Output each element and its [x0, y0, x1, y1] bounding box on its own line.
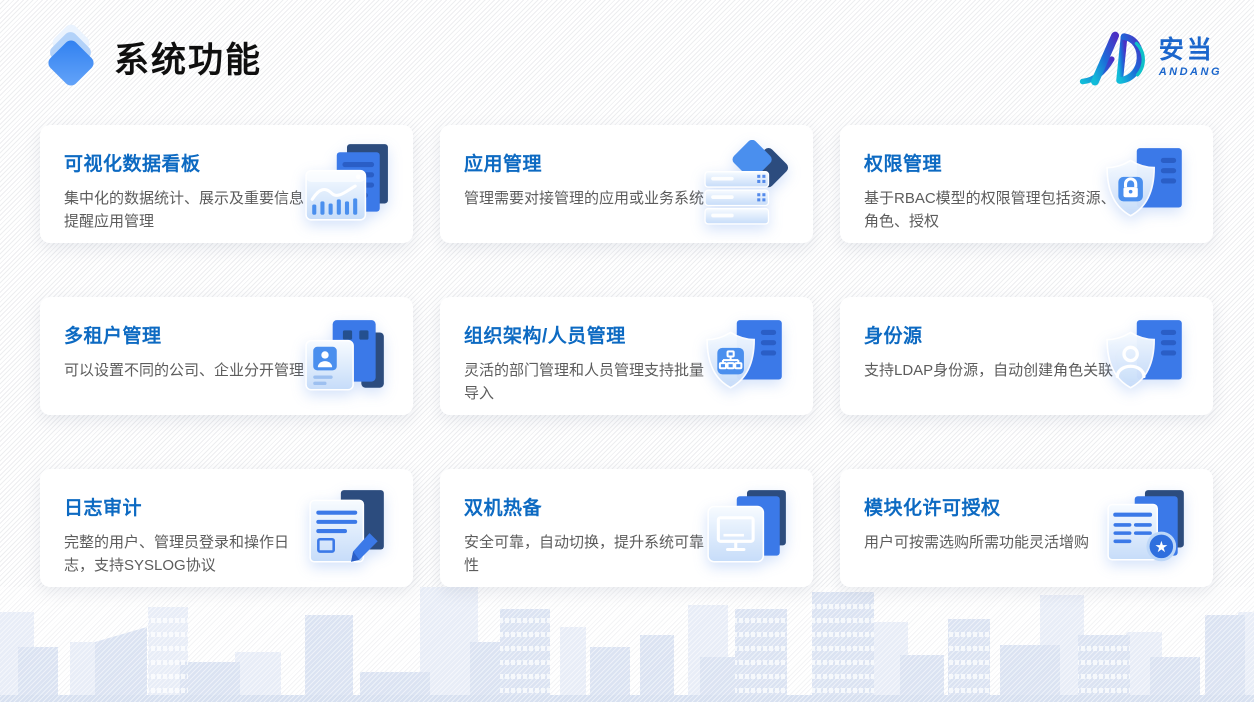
- card-description: 支持LDAP身份源，自动创建角色关联: [864, 359, 1116, 382]
- identity-shield-icon: [1099, 312, 1195, 400]
- card-description: 安全可靠，自动切换，提升系统可靠性: [464, 531, 716, 578]
- feature-card-log: 日志审计 完整的用户、管理员登录和操作日志，支持SYSLOG协议: [40, 469, 413, 587]
- logo-text-cn: 安当: [1159, 38, 1222, 63]
- svg-text:★: ★: [1154, 538, 1168, 556]
- feature-card-org: 组织架构/人员管理 灵活的部门管理和人员管理支持批量导入: [440, 297, 813, 415]
- card-description: 基于RBAC模型的权限管理包括资源、角色、授权: [864, 187, 1116, 234]
- logo-text-en: ANDANG: [1159, 67, 1222, 78]
- card-description: 管理需要对接管理的应用或业务系统: [464, 187, 716, 210]
- card-description: 灵活的部门管理和人员管理支持批量导入: [464, 359, 716, 406]
- log-audit-pen-icon: [299, 484, 395, 572]
- card-description: 用户可按需选购所需功能灵活增购: [864, 531, 1116, 554]
- app-stack-icon: [699, 140, 795, 228]
- page-title: 系统功能: [114, 32, 262, 83]
- card-description: 集中化的数据统计、展示及重要信息提醒应用管理: [64, 187, 316, 234]
- andang-logo: 安当 ANDANG: [1077, 30, 1222, 86]
- feature-card-app: 应用管理 管理需要对接管理的应用或业务系统: [440, 125, 813, 243]
- feature-grid: 可视化数据看板 集中化的数据统计、展示及重要信息提醒应用管理: [40, 125, 1213, 587]
- license-star-icon: ★: [1099, 484, 1195, 572]
- layers-icon: [44, 28, 98, 86]
- slide-page: 系统功能 安当 ANDANG 可视化数据看板 集中化的数据统计、展示及重要信息提…: [0, 0, 1254, 702]
- feature-card-dashboard: 可视化数据看板 集中化的数据统计、展示及重要信息提醒应用管理: [40, 125, 413, 243]
- city-skyline-graphic: [0, 587, 1254, 702]
- feature-card-tenant: 多租户管理 可以设置不同的公司、企业分开管理: [40, 297, 413, 415]
- dashboard-chart-icon: [299, 140, 395, 228]
- org-tree-shield-icon: [699, 312, 795, 400]
- feature-card-standby: 双机热备 安全可靠，自动切换，提升系统可靠性: [440, 469, 813, 587]
- feature-card-license: 模块化许可授权 用户可按需选购所需功能灵活增购 ★: [840, 469, 1213, 587]
- card-description: 完整的用户、管理员登录和操作日志，支持SYSLOG协议: [64, 531, 316, 578]
- logo-mark-icon: [1077, 30, 1151, 86]
- card-description: 可以设置不同的公司、企业分开管理: [64, 359, 316, 382]
- feature-card-permission: 权限管理 基于RBAC模型的权限管理包括资源、角色、授权: [840, 125, 1213, 243]
- feature-card-identity: 身份源 支持LDAP身份源，自动创建角色关联: [840, 297, 1213, 415]
- tenant-building-icon: [299, 312, 395, 400]
- header: 系统功能: [44, 28, 262, 86]
- shield-lock-icon: [1099, 140, 1195, 228]
- logo-text: 安当 ANDANG: [1159, 38, 1222, 78]
- dual-monitor-icon: [699, 484, 795, 572]
